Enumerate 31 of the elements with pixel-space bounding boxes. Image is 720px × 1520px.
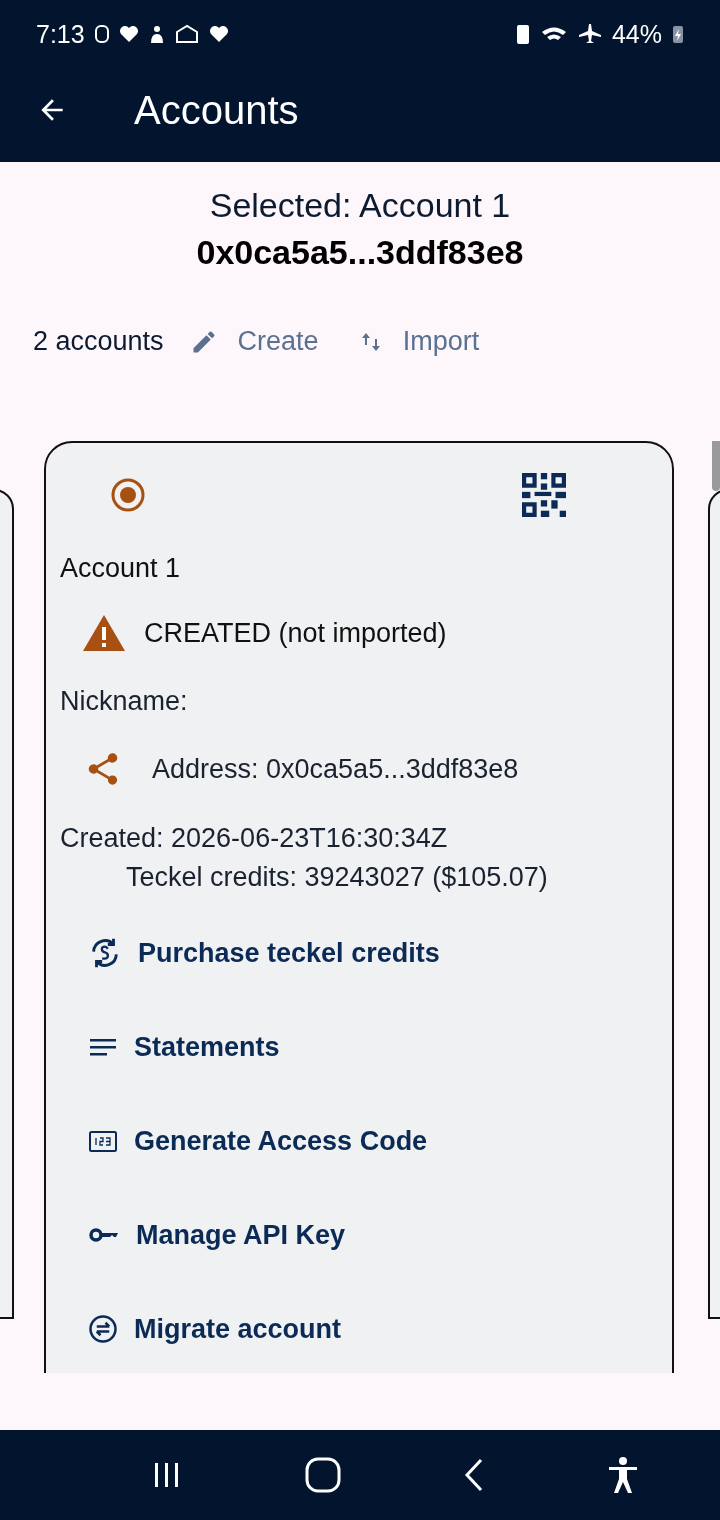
nickname-label: Nickname:	[60, 686, 189, 717]
create-button[interactable]: Create	[189, 326, 333, 357]
qr-code-icon[interactable]	[522, 473, 566, 517]
import-button[interactable]: Import	[358, 326, 494, 357]
account-status: CREATED (not imported)	[144, 617, 447, 649]
card-action-button[interactable]: Manage API Key	[88, 1215, 346, 1255]
battery-charging-icon	[672, 24, 684, 44]
home-icon[interactable]	[304, 1456, 342, 1494]
account-card[interactable]	[44, 441, 674, 1373]
airplane-icon	[577, 23, 602, 45]
account-name: Account 1	[60, 553, 182, 584]
created-date: Created: 2026-06-23T16:30:34Z	[60, 823, 449, 854]
selected-account-address: 0x0ca5a5...3ddf83e8	[196, 233, 524, 272]
status-time: 7:13	[36, 19, 85, 49]
account-count: 2 accounts	[33, 326, 164, 357]
app-bar-title: Accounts	[134, 87, 299, 133]
card-action-button[interactable]: Migrate account	[88, 1309, 342, 1349]
warning-icon	[82, 614, 126, 652]
exchange-circle-icon	[88, 1314, 118, 1344]
person-icon	[148, 24, 165, 44]
credits-balance: Teckel credits: 39243027 ($105.07)	[125, 862, 549, 893]
accessibility-icon[interactable]	[606, 1455, 640, 1495]
battery-saver-icon	[515, 23, 530, 45]
account-address: Address: 0x0ca5a5...3ddf83e8	[152, 753, 519, 785]
battery-percentage: 44%	[611, 19, 662, 49]
card-action-button[interactable]: Generate Access Code	[88, 1121, 428, 1161]
radio-button[interactable]	[110, 477, 146, 513]
card-action-button[interactable]: Statements	[88, 1027, 280, 1067]
numeric-box-icon	[88, 1129, 118, 1153]
selected-account-label: Selected: Account 1	[209, 186, 511, 225]
card-action-button[interactable]: Purchase teckel credits	[88, 933, 440, 973]
